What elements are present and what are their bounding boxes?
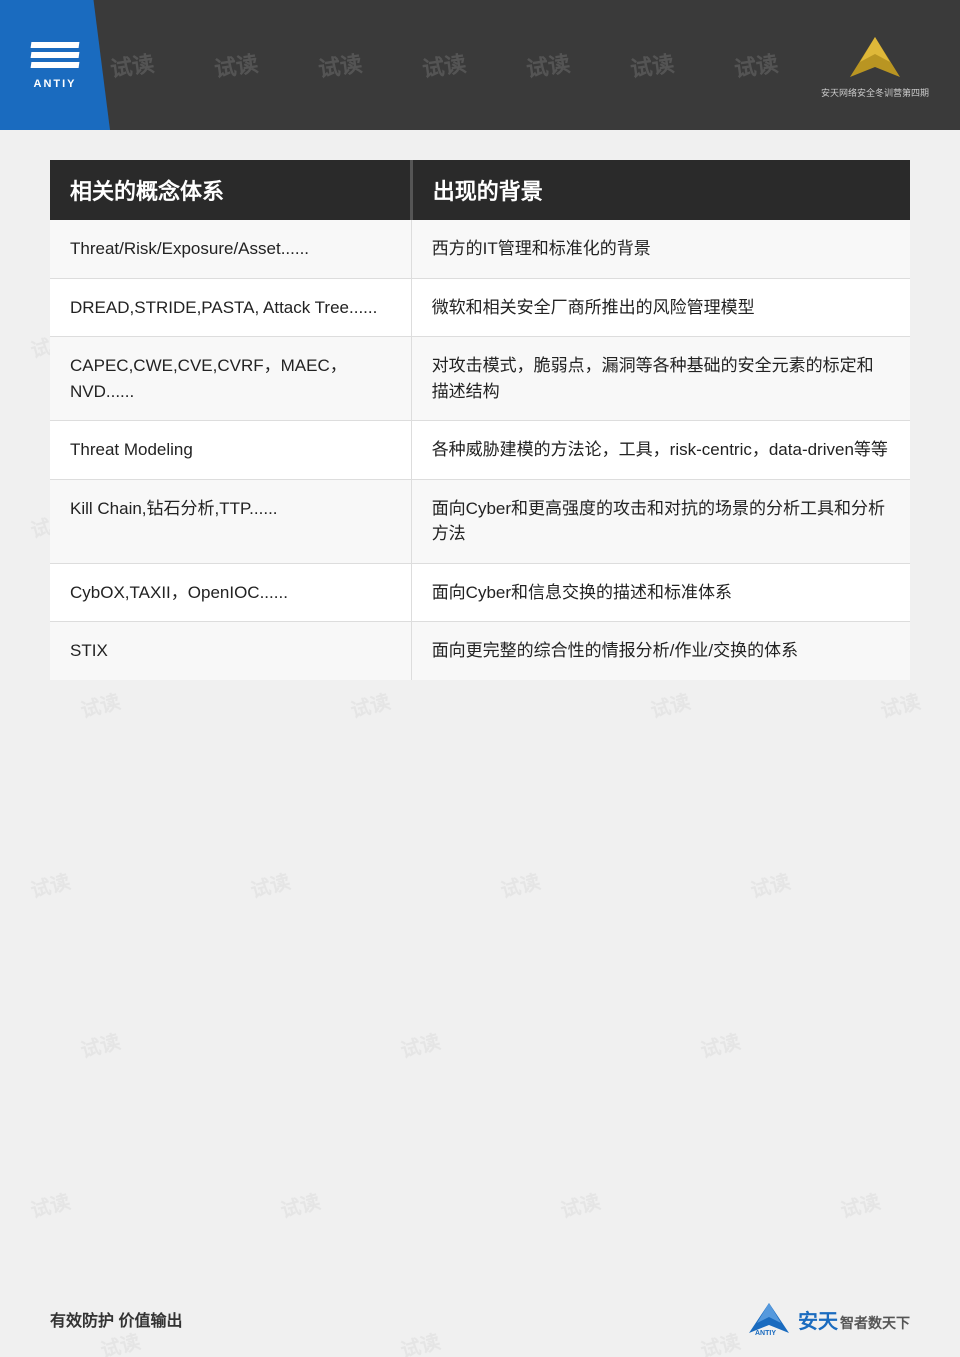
table-cell-background: 对攻击模式，脆弱点，漏洞等各种基础的安全元素的标定和描述结构 xyxy=(411,337,910,421)
table-cell-background: 西方的IT管理和标准化的背景 xyxy=(411,220,910,278)
table-row: CybOX,TAXII，OpenIOC......面向Cyber和信息交换的描述… xyxy=(50,563,910,622)
svg-text:ANTIY: ANTIY xyxy=(755,1330,776,1337)
table-cell-concept: DREAD,STRIDE,PASTA, Attack Tree...... xyxy=(50,278,411,337)
table-cell-background: 各种威胁建模的方法论，工具，risk-centric，data-driven等等 xyxy=(411,421,910,480)
table-cell-background: 面向Cyber和更高强度的攻击和对抗的场景的分析工具和分析方法 xyxy=(411,479,910,563)
logo-chevron-icon xyxy=(31,40,79,70)
table-cell-background: 面向更完整的综合性的情报分析/作业/交换的体系 xyxy=(411,622,910,680)
footer: 有效防护 价值输出 ANTIY 安天智者数天下 xyxy=(50,1301,910,1337)
watermark-2: 试读 xyxy=(212,46,260,84)
table-row: STIX面向更完整的综合性的情报分析/作业/交换的体系 xyxy=(50,622,910,680)
watermark-7: 试读 xyxy=(732,46,780,84)
footer-logo-icon: ANTIY xyxy=(747,1301,792,1337)
table-row: Threat/Risk/Exposure/Asset......西方的IT管理和… xyxy=(50,220,910,278)
col1-header: 相关的概念体系 xyxy=(50,160,411,220)
col2-header: 出现的背景 xyxy=(411,160,910,220)
table-cell-concept: CAPEC,CWE,CVE,CVRF，MAEC，NVD...... xyxy=(50,337,411,421)
table-cell-concept: Threat Modeling xyxy=(50,421,411,480)
table-cell-background: 面向Cyber和信息交换的描述和标准体系 xyxy=(411,563,910,622)
header: ANTIY 试读 试读 试读 试读 试读 试读 试读 试读 安天网络安全冬训营第… xyxy=(0,0,960,130)
watermark-5: 试读 xyxy=(524,46,572,84)
table-cell-concept: Threat/Risk/Exposure/Asset...... xyxy=(50,220,411,278)
footer-right: ANTIY 安天智者数天下 xyxy=(747,1301,910,1337)
table-cell-concept: Kill Chain,钻石分析,TTP...... xyxy=(50,479,411,563)
concept-table: 相关的概念体系 出现的背景 Threat/Risk/Exposure/Asset… xyxy=(50,160,910,680)
table-cell-concept: CybOX,TAXII，OpenIOC...... xyxy=(50,563,411,622)
table-cell-background: 微软和相关安全厂商所推出的风险管理模型 xyxy=(411,278,910,337)
main-content: 相关的概念体系 出现的背景 Threat/Risk/Exposure/Asset… xyxy=(50,160,910,1277)
footer-brand-sub: 智者数天下 xyxy=(840,1315,910,1331)
top-right-icon xyxy=(845,32,905,82)
table-row: DREAD,STRIDE,PASTA, Attack Tree......微软和… xyxy=(50,278,910,337)
table-row: CAPEC,CWE,CVE,CVRF，MAEC，NVD......对攻击模式，脆… xyxy=(50,337,910,421)
footer-left-text: 有效防护 价值输出 xyxy=(50,1307,182,1331)
logo-text: ANTIY xyxy=(34,78,77,90)
logo-block: ANTIY xyxy=(0,0,110,130)
table-row: Kill Chain,钻石分析,TTP......面向Cyber和更高强度的攻击… xyxy=(50,479,910,563)
header-watermark: 试读 试读 试读 试读 试读 试读 试读 试读 xyxy=(110,0,800,130)
table-row: Threat Modeling各种威胁建模的方法论，工具，risk-centri… xyxy=(50,421,910,480)
watermark-3: 试读 xyxy=(316,46,364,84)
footer-brand-text: 安天智者数天下 xyxy=(798,1305,910,1334)
watermark-6: 试读 xyxy=(628,46,676,84)
top-right-logo: 安天网络安全冬训营第四期 xyxy=(800,10,950,120)
watermark-1: 试读 xyxy=(110,46,156,84)
table-cell-concept: STIX xyxy=(50,622,411,680)
watermark-4: 试读 xyxy=(420,46,468,84)
top-right-caption: 安天网络安全冬训营第四期 xyxy=(821,86,929,99)
